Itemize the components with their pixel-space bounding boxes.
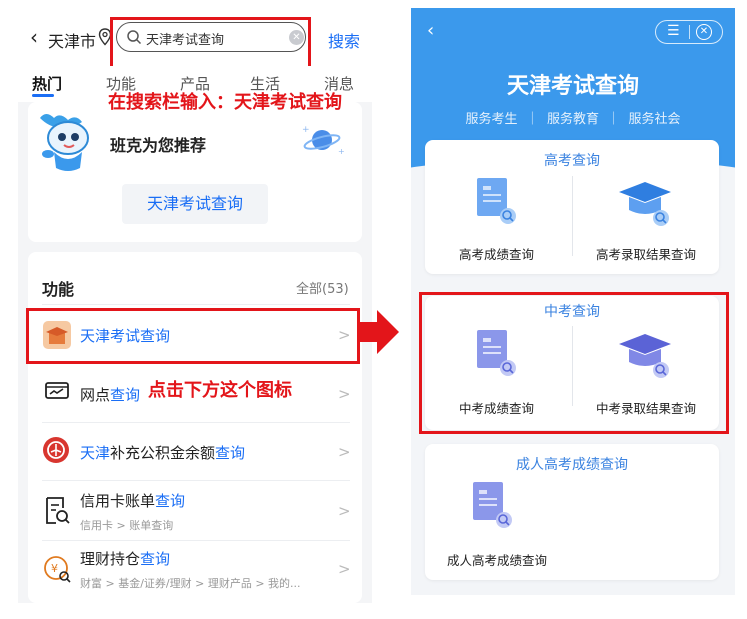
planet-icon: + + <box>302 125 345 156</box>
score-doc-icon <box>477 178 516 224</box>
tab-underline <box>32 94 54 97</box>
back-icon[interactable]: ‹ <box>427 20 434 41</box>
svg-text:+: + <box>338 147 345 156</box>
adult-exam-title: 成人高考成绩查询 <box>516 457 628 473</box>
graduation-cap-icon <box>619 182 671 226</box>
function-highlight-box <box>26 308 360 364</box>
tab-hot[interactable]: 热门 <box>32 73 62 94</box>
divider <box>42 480 350 481</box>
svg-text:+: + <box>302 125 310 135</box>
arrow-right-icon <box>357 310 399 354</box>
mascot-icon <box>40 114 89 171</box>
divider <box>42 422 350 423</box>
function-row-bill[interactable] <box>28 482 362 540</box>
close-icon[interactable]: ✕ <box>696 24 712 40</box>
exam-query-screen: ‹ ☰ ✕ 天津考试查询 服务考生 ｜ 服务教育 ｜ 服务社会 高考查询 高考成… <box>411 8 735 595</box>
card-divider <box>572 176 573 256</box>
gaokao-score-link[interactable]: 高考成绩查询 <box>459 244 534 263</box>
divider <box>42 540 350 541</box>
function-all-link[interactable]: 全部(53) <box>296 278 349 297</box>
back-icon[interactable]: ‹ <box>30 25 38 49</box>
menu-icon[interactable]: ☰ <box>667 23 680 39</box>
gaokao-admission-link[interactable]: 高考录取结果查询 <box>596 244 696 263</box>
recommend-button[interactable]: 天津考试查询 <box>122 184 268 224</box>
score-doc-icon <box>473 482 512 528</box>
page-title: 天津考试查询 <box>506 74 639 99</box>
zhongkao-highlight-box <box>419 292 729 434</box>
search-button[interactable]: 搜索 <box>328 28 360 52</box>
capsule-divider <box>689 25 690 39</box>
search-highlight-box <box>110 17 311 69</box>
function-row-branch[interactable] <box>28 368 362 422</box>
function-row-fund[interactable] <box>28 424 362 480</box>
city-label[interactable]: 天津市 <box>48 28 96 52</box>
function-row-wealth[interactable] <box>28 542 362 600</box>
gaokao-title: 高考查询 <box>544 153 600 169</box>
recommend-text: 班克为您推荐 <box>110 136 207 155</box>
adult-exam-score-link[interactable]: 成人高考成绩查询 <box>447 550 547 569</box>
divider <box>42 304 350 305</box>
search-annotation: 在搜索栏输入：天津考试查询 <box>108 92 342 113</box>
function-title: 功能 <box>42 280 75 299</box>
page-subtitle: 服务考生 ｜ 服务教育 ｜ 服务社会 <box>465 112 681 127</box>
search-screen: ‹ 天津市 天津考试查询 ✕ 搜索 热门 功能 产品 生活 消息 班克为您推荐 … <box>18 8 372 603</box>
